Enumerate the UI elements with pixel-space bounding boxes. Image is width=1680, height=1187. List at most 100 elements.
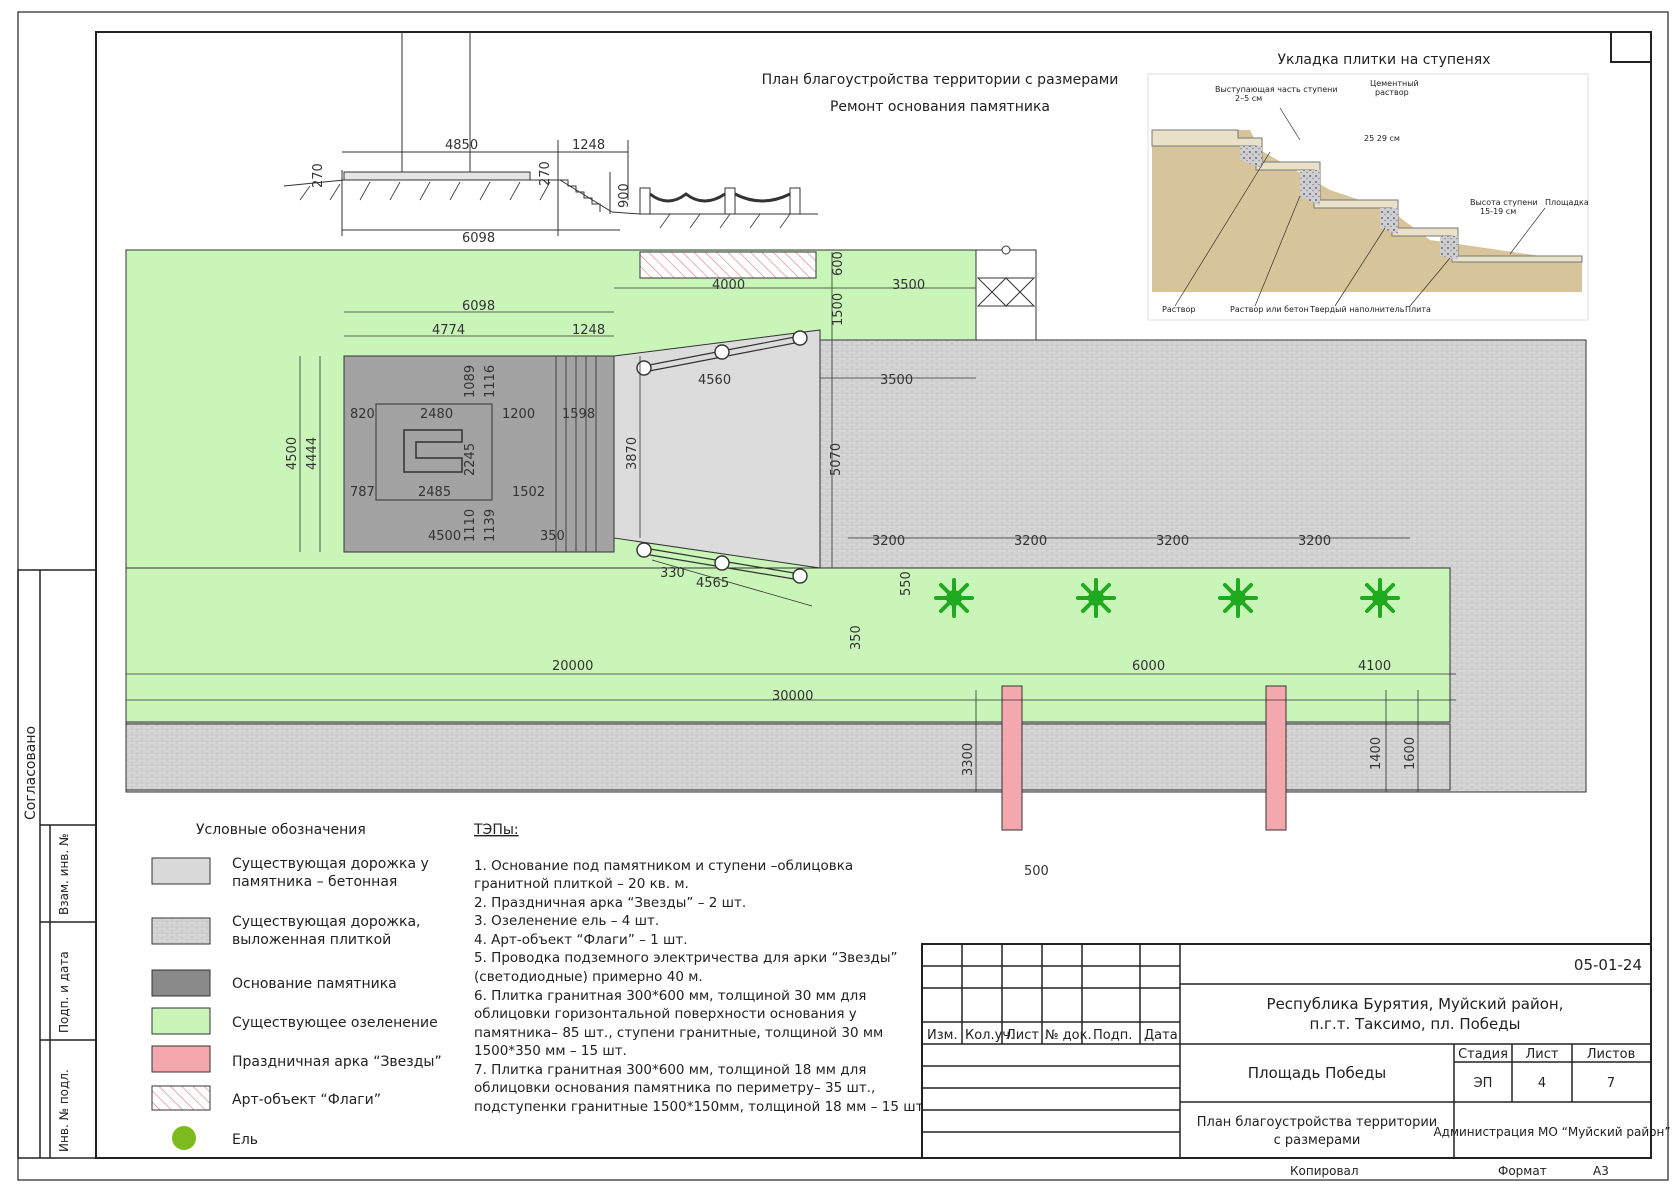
legend-swatch-concrete — [151, 857, 211, 885]
stair-label-slab: Плита — [1405, 305, 1431, 314]
dim-2485: 2485 — [418, 485, 451, 500]
plan-subtitle: Ремонт основания памятника — [830, 99, 1050, 115]
dim-550: 550 — [899, 571, 914, 596]
tep-title: ТЭПы: — [473, 822, 519, 838]
dim-1200: 1200 — [502, 407, 535, 422]
dim-4000: 4000 — [712, 278, 745, 293]
title-block: Изм. Кол.уч. Лист № док. Подп. Дата 05-0… — [921, 943, 1671, 1159]
legend-swatch-green — [151, 1007, 211, 1035]
tep-line: 1. Основание под памятником и ступени –о… — [474, 858, 853, 874]
stair-label-riser-height: Высота ступени — [1470, 198, 1538, 207]
stair-label-landing: Площадка — [1545, 198, 1589, 207]
copied-label: Копировал — [1290, 1164, 1359, 1178]
tb-sheets-label: Листов — [1587, 1047, 1636, 1062]
dim-4565: 4565 — [696, 576, 729, 591]
spruce-icon — [1076, 578, 1116, 618]
stair-label-mortar: раствор — [1375, 88, 1409, 97]
tep-line: подступенки гранитные 1500*150мм, толщин… — [474, 1099, 928, 1115]
stair-label-riser-size: 15-19 см — [1480, 207, 1516, 216]
tb-stage-label: Стадия — [1458, 1047, 1508, 1062]
legend-label-tile: Существующая дорожка, — [232, 914, 420, 930]
dim-6098-plan: 6098 — [462, 299, 495, 314]
tb-stage: ЭП — [1474, 1076, 1493, 1091]
legend-swatch-tile — [151, 917, 211, 945]
dim-top-6098: 6098 — [462, 231, 495, 246]
stair-label-concrete: Раствор или бетон — [1230, 305, 1309, 314]
tb-code: 05-01-24 — [1574, 956, 1642, 974]
legend-label-concrete: Существующая дорожка у — [232, 856, 429, 872]
agreed-label: Согласовано — [23, 726, 39, 820]
dim-1400: 1400 — [1369, 737, 1384, 770]
dim-4774: 4774 — [432, 323, 465, 338]
tb-location-2: п.г.т. Таксимо, пл. Победы — [1309, 1015, 1520, 1033]
legend: Условные обозначения Существующая дорожк… — [151, 822, 442, 1150]
legend-label-arch: Праздничная арка “Звезды” — [232, 1054, 442, 1070]
legend-label-base: Основание памятника — [232, 976, 397, 992]
tb-org: Администрация МО “Муйский район” — [1433, 1125, 1670, 1139]
dim-1600: 1600 — [1403, 737, 1418, 770]
stair-label-cement: Цементный — [1370, 79, 1419, 88]
side-stamp: Согласовано Взам. инв. № Подп. и дата Ин… — [17, 569, 97, 1159]
tb-col-doc: № док. — [1045, 1028, 1092, 1043]
dim-4500-horiz: 4500 — [428, 529, 461, 544]
tep-line: 4. Арт-объект “Флаги” – 1 шт. — [474, 932, 688, 948]
stair-label-tread: 25 29 см — [1364, 134, 1400, 143]
tb-sheet: 4 — [1538, 1076, 1546, 1091]
stars-arch-left — [1001, 685, 1023, 831]
dim-top-900: 900 — [617, 183, 632, 208]
dim-1502: 1502 — [512, 485, 545, 500]
legend-label-spruce: Ель — [232, 1132, 258, 1148]
tep-block: ТЭПы: 1. Основание под памятником и ступ… — [473, 822, 928, 1115]
dim-3300: 3300 — [961, 743, 976, 776]
dim-1139: 1139 — [483, 509, 498, 542]
dim-1110: 1110 — [463, 509, 478, 542]
stair-detail-title: Укладка плитки на ступенях — [1278, 52, 1491, 68]
dim-4500-vert: 4500 — [285, 437, 300, 470]
tb-col-sheet: Лист — [1006, 1028, 1039, 1043]
stamp-field-replace-inv: Взам. инв. № — [57, 834, 71, 915]
legend-label-concrete-2: памятника – бетонная — [232, 874, 397, 890]
format-label: Формат — [1498, 1164, 1547, 1178]
format-value: А3 — [1593, 1164, 1609, 1178]
tep-line: облицовки основания памятника по перимет… — [474, 1080, 875, 1096]
dim-3200-d: 3200 — [1298, 534, 1331, 549]
stair-label-protrusion-size: 2–5 см — [1235, 94, 1262, 103]
dim-350-arc: 350 — [849, 625, 864, 650]
spruce-icon — [1360, 578, 1400, 618]
tep-line: 7. Плитка гранитная 300*600 мм, толщиной… — [474, 1062, 866, 1078]
legend-label-tile-2: выложенная плиткой — [232, 932, 391, 948]
dim-5070: 5070 — [829, 443, 844, 476]
dim-top-4850: 4850 — [445, 138, 478, 153]
tb-sheets: 7 — [1607, 1076, 1615, 1091]
tep-line: 6. Плитка гранитная 300*600 мм, толщиной… — [474, 988, 866, 1004]
tb-sheet-title-1: План благоустройства территории — [1197, 1115, 1438, 1130]
stars-arch-right — [1265, 685, 1287, 831]
stair-detail-figure: Выступающая часть ступени 2–5 см Цементн… — [1147, 73, 1589, 321]
stair-label-mortar-bottom: Раствор — [1162, 305, 1195, 314]
stair-label-filler: Твердый наполнитель — [1309, 305, 1405, 314]
site-plan — [125, 245, 1587, 831]
dim-1248-plan: 1248 — [572, 323, 605, 338]
dim-4560: 4560 — [698, 373, 731, 388]
dim-1116: 1116 — [483, 365, 498, 398]
dim-600: 600 — [831, 251, 846, 276]
tep-line: 5. Проводка подземного электричества для… — [474, 950, 898, 966]
dim-500: 500 — [1024, 864, 1049, 879]
dim-787: 787 — [350, 485, 375, 500]
legend-swatch-base — [151, 969, 211, 997]
tep-line: гранитной плиткой – 20 кв. м. — [474, 876, 689, 892]
spruce-icon — [934, 578, 974, 618]
tb-sheet-label: Лист — [1526, 1047, 1559, 1062]
plan-title: План благоустройства территории с размер… — [762, 72, 1119, 88]
tep-line: 1500*350 мм – 15 шт. — [474, 1043, 627, 1059]
stamp-field-orig-inv: Инв. № подл. — [57, 1069, 71, 1152]
dim-20000: 20000 — [552, 659, 593, 674]
dim-3200-a: 3200 — [872, 534, 905, 549]
legend-swatch-arch — [151, 1045, 211, 1073]
dim-top-1248: 1248 — [572, 138, 605, 153]
tb-location-1: Республика Бурятия, Муйский район, — [1267, 995, 1564, 1013]
tb-col-date: Дата — [1144, 1028, 1178, 1043]
legend-title: Условные обозначения — [196, 822, 366, 838]
tep-line: памятника– 85 шт., ступени гранитные, то… — [474, 1025, 883, 1041]
dim-1089: 1089 — [463, 365, 478, 398]
